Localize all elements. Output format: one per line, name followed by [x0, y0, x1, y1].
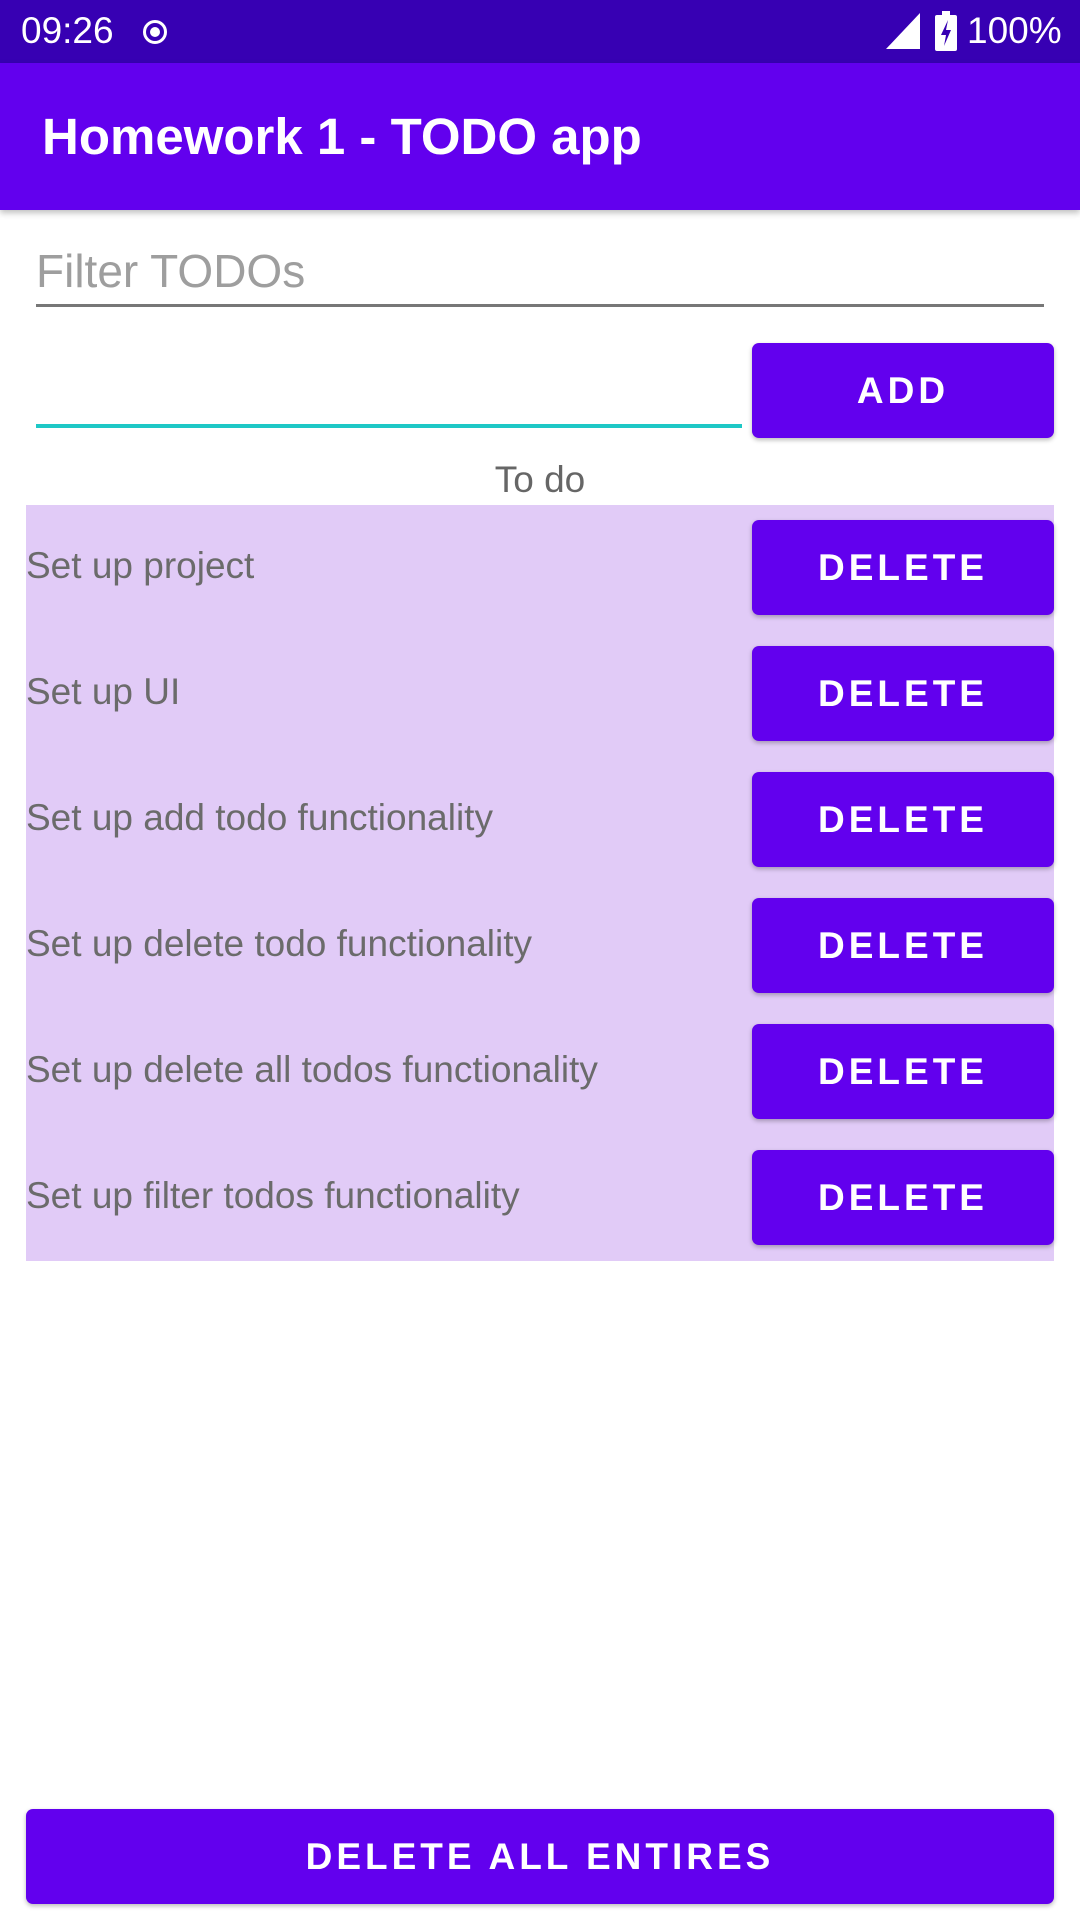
delete-button[interactable]: DELETE [752, 772, 1054, 867]
list-item: Set up project DELETE [26, 505, 1054, 631]
todo-item-text: Set up filter todos functionality [26, 1175, 520, 1216]
delete-all-button[interactable]: DELETE ALL ENTIRES [26, 1809, 1054, 1904]
battery-percentage: 100% [967, 10, 1062, 51]
add-button[interactable]: ADD [752, 343, 1054, 438]
list-item: Set up filter todos functionality DELETE [26, 1135, 1054, 1261]
todo-list: Set up project DELETE Set up UI DELETE S… [26, 505, 1054, 1261]
app-bar: Homework 1 - TODO app [0, 63, 1080, 210]
record-dot-icon [143, 20, 167, 44]
signal-icon [886, 13, 920, 49]
todo-item-text: Set up delete todo functionality [26, 923, 533, 964]
todo-item-text: Set up add todo functionality [26, 797, 493, 838]
list-item: Set up delete todo functionality DELETE [26, 883, 1054, 1009]
delete-button[interactable]: DELETE [752, 520, 1054, 615]
delete-button[interactable]: DELETE [752, 898, 1054, 993]
filter-input[interactable] [36, 238, 1044, 307]
delete-button[interactable]: DELETE [752, 1150, 1054, 1245]
app-title: Homework 1 - TODO app [42, 108, 642, 165]
list-heading: To do [494, 459, 586, 500]
todo-item-text: Set up delete all todos functionality [26, 1049, 598, 1090]
status-time: 09:26 [21, 10, 114, 51]
todo-item-text: Set up project [26, 545, 255, 586]
battery-charging-icon [935, 11, 957, 51]
list-item: Set up add todo functionality DELETE [26, 757, 1054, 883]
status-bar: 09:26 100% [0, 0, 1080, 63]
list-item: Set up UI DELETE [26, 631, 1054, 757]
todo-item-text: Set up UI [26, 671, 181, 712]
delete-button[interactable]: DELETE [752, 1024, 1054, 1119]
new-todo-input[interactable] [36, 360, 742, 428]
delete-button[interactable]: DELETE [752, 646, 1054, 741]
list-item: Set up delete all todos functionality DE… [26, 1009, 1054, 1135]
